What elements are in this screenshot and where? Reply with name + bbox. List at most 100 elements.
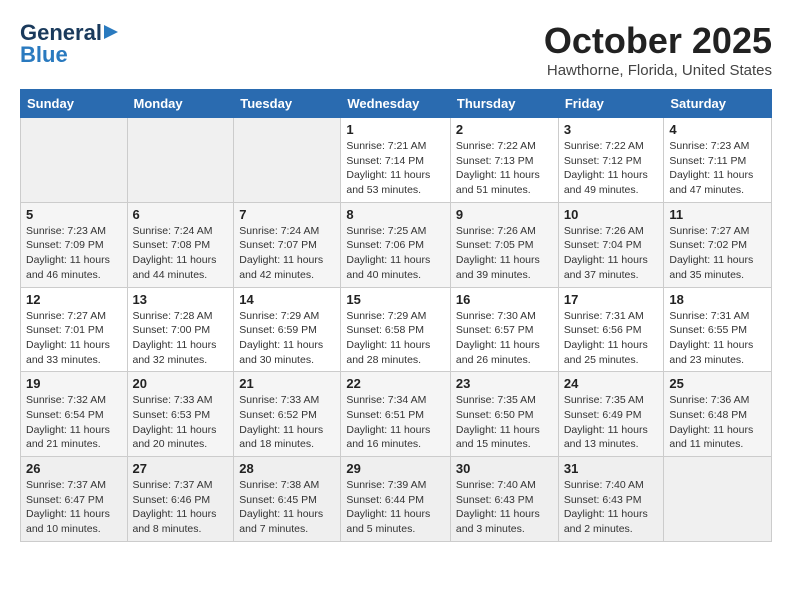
calendar-cell [21, 118, 128, 203]
page-header: General Blue October 2025 Hawthorne, Flo… [20, 20, 772, 79]
day-number: 25 [669, 376, 766, 391]
calendar-cell: 5 Sunrise: 7:23 AM Sunset: 7:09 PM Daylig… [21, 202, 128, 287]
day-number: 23 [456, 376, 553, 391]
calendar-cell: 10Sunrise: 7:26 AM Sunset: 7:04 PM Dayli… [558, 202, 664, 287]
calendar-cell: 9 Sunrise: 7:26 AM Sunset: 7:05 PM Daylig… [450, 202, 558, 287]
day-number: 6 [133, 207, 229, 222]
calendar-cell: 20Sunrise: 7:33 AM Sunset: 6:53 PM Dayli… [127, 372, 234, 457]
header-sunday: Sunday [21, 90, 128, 118]
header-monday: Monday [127, 90, 234, 118]
calendar-cell: 4 Sunrise: 7:23 AM Sunset: 7:11 PM Daylig… [664, 118, 772, 203]
day-number: 1 [346, 122, 445, 137]
day-number: 4 [669, 122, 766, 137]
calendar-cell: 26 Sunrise: 7:37 AM Sunset: 6:47 PM Dayli… [21, 457, 128, 542]
day-number: 15 [346, 292, 445, 307]
day-number: 12 [26, 292, 122, 307]
week-row-2: 5 Sunrise: 7:23 AM Sunset: 7:09 PM Daylig… [21, 202, 772, 287]
day-info: Sunrise: 7:37 AM Sunset: 6:47 PM Dayligh… [26, 478, 122, 537]
day-info: Sunrise: 7:29 AM Sunset: 6:58 PM Dayligh… [346, 309, 445, 368]
day-info: Sunrise: 7:35 AM Sunset: 6:50 PM Dayligh… [456, 393, 553, 452]
day-info: Sunrise: 7:35 AM Sunset: 6:49 PM Dayligh… [564, 393, 659, 452]
location-subtitle: Hawthorne, Florida, United States [544, 62, 772, 79]
day-number: 17 [564, 292, 659, 307]
day-info: Sunrise: 7:27 AM Sunset: 7:01 PM Dayligh… [26, 309, 122, 368]
day-info: Sunrise: 7:40 AM Sunset: 6:43 PM Dayligh… [456, 478, 553, 537]
day-info: Sunrise: 7:26 AM Sunset: 7:04 PM Dayligh… [564, 224, 659, 283]
header-tuesday: Tuesday [234, 90, 341, 118]
calendar-cell [664, 457, 772, 542]
calendar-cell: 16Sunrise: 7:30 AM Sunset: 6:57 PM Dayli… [450, 287, 558, 372]
month-title: October 2025 [544, 20, 772, 62]
day-number: 29 [346, 461, 445, 476]
day-number: 8 [346, 207, 445, 222]
calendar-cell: 23 Sunrise: 7:35 AM Sunset: 6:50 PM Dayli… [450, 372, 558, 457]
calendar-cell: 3 Sunrise: 7:22 AM Sunset: 7:12 PM Daylig… [558, 118, 664, 203]
day-info: Sunrise: 7:26 AM Sunset: 7:05 PM Dayligh… [456, 224, 553, 283]
day-number: 30 [456, 461, 553, 476]
calendar-cell: 17Sunrise: 7:31 AM Sunset: 6:56 PM Dayli… [558, 287, 664, 372]
day-number: 21 [239, 376, 335, 391]
day-number: 9 [456, 207, 553, 222]
calendar-cell: 13 Sunrise: 7:28 AM Sunset: 7:00 PM Dayli… [127, 287, 234, 372]
day-number: 13 [133, 292, 229, 307]
day-number: 20 [133, 376, 229, 391]
title-area: October 2025 Hawthorne, Florida, United … [544, 20, 772, 79]
day-number: 26 [26, 461, 122, 476]
calendar-cell: 21 Sunrise: 7:33 AM Sunset: 6:52 PM Dayli… [234, 372, 341, 457]
header-thursday: Thursday [450, 90, 558, 118]
day-number: 7 [239, 207, 335, 222]
calendar-cell: 24Sunrise: 7:35 AM Sunset: 6:49 PM Dayli… [558, 372, 664, 457]
day-number: 2 [456, 122, 553, 137]
logo-blue-text: Blue [20, 42, 68, 68]
logo: General Blue [20, 20, 122, 68]
calendar-cell: 2 Sunrise: 7:22 AM Sunset: 7:13 PM Daylig… [450, 118, 558, 203]
calendar-cell: 1Sunrise: 7:21 AM Sunset: 7:14 PM Daylig… [341, 118, 451, 203]
calendar-cell: 18 Sunrise: 7:31 AM Sunset: 6:55 PM Dayli… [664, 287, 772, 372]
day-number: 18 [669, 292, 766, 307]
day-info: Sunrise: 7:22 AM Sunset: 7:13 PM Dayligh… [456, 139, 553, 198]
day-info: Sunrise: 7:23 AM Sunset: 7:09 PM Dayligh… [26, 224, 122, 283]
day-info: Sunrise: 7:38 AM Sunset: 6:45 PM Dayligh… [239, 478, 335, 537]
day-info: Sunrise: 7:27 AM Sunset: 7:02 PM Dayligh… [669, 224, 766, 283]
week-row-3: 12 Sunrise: 7:27 AM Sunset: 7:01 PM Dayli… [21, 287, 772, 372]
calendar-cell: 25 Sunrise: 7:36 AM Sunset: 6:48 PM Dayli… [664, 372, 772, 457]
day-info: Sunrise: 7:39 AM Sunset: 6:44 PM Dayligh… [346, 478, 445, 537]
day-number: 22 [346, 376, 445, 391]
calendar-cell: 7 Sunrise: 7:24 AM Sunset: 7:07 PM Daylig… [234, 202, 341, 287]
day-info: Sunrise: 7:36 AM Sunset: 6:48 PM Dayligh… [669, 393, 766, 452]
calendar-cell [234, 118, 341, 203]
day-info: Sunrise: 7:32 AM Sunset: 6:54 PM Dayligh… [26, 393, 122, 452]
calendar-table: SundayMondayTuesdayWednesdayThursdayFrid… [20, 89, 772, 542]
day-info: Sunrise: 7:34 AM Sunset: 6:51 PM Dayligh… [346, 393, 445, 452]
day-info: Sunrise: 7:28 AM Sunset: 7:00 PM Dayligh… [133, 309, 229, 368]
day-info: Sunrise: 7:33 AM Sunset: 6:52 PM Dayligh… [239, 393, 335, 452]
day-info: Sunrise: 7:40 AM Sunset: 6:43 PM Dayligh… [564, 478, 659, 537]
day-info: Sunrise: 7:22 AM Sunset: 7:12 PM Dayligh… [564, 139, 659, 198]
calendar-cell: 19 Sunrise: 7:32 AM Sunset: 6:54 PM Dayli… [21, 372, 128, 457]
day-number: 19 [26, 376, 122, 391]
week-row-5: 26 Sunrise: 7:37 AM Sunset: 6:47 PM Dayli… [21, 457, 772, 542]
calendar-cell: 12 Sunrise: 7:27 AM Sunset: 7:01 PM Dayli… [21, 287, 128, 372]
calendar-cell: 8 Sunrise: 7:25 AM Sunset: 7:06 PM Daylig… [341, 202, 451, 287]
logo-arrow-icon [104, 23, 122, 41]
calendar-cell: 22 Sunrise: 7:34 AM Sunset: 6:51 PM Dayli… [341, 372, 451, 457]
header-saturday: Saturday [664, 90, 772, 118]
day-info: Sunrise: 7:31 AM Sunset: 6:55 PM Dayligh… [669, 309, 766, 368]
calendar-cell: 15 Sunrise: 7:29 AM Sunset: 6:58 PM Dayli… [341, 287, 451, 372]
calendar-cell: 30 Sunrise: 7:40 AM Sunset: 6:43 PM Dayli… [450, 457, 558, 542]
calendar-cell: 31 Sunrise: 7:40 AM Sunset: 6:43 PM Dayli… [558, 457, 664, 542]
header-wednesday: Wednesday [341, 90, 451, 118]
day-info: Sunrise: 7:24 AM Sunset: 7:07 PM Dayligh… [239, 224, 335, 283]
day-number: 5 [26, 207, 122, 222]
day-info: Sunrise: 7:25 AM Sunset: 7:06 PM Dayligh… [346, 224, 445, 283]
calendar-cell: 27Sunrise: 7:37 AM Sunset: 6:46 PM Dayli… [127, 457, 234, 542]
day-number: 3 [564, 122, 659, 137]
day-info: Sunrise: 7:24 AM Sunset: 7:08 PM Dayligh… [133, 224, 229, 283]
calendar-cell: 29 Sunrise: 7:39 AM Sunset: 6:44 PM Dayli… [341, 457, 451, 542]
day-number: 28 [239, 461, 335, 476]
day-info: Sunrise: 7:23 AM Sunset: 7:11 PM Dayligh… [669, 139, 766, 198]
day-number: 27 [133, 461, 229, 476]
day-info: Sunrise: 7:30 AM Sunset: 6:57 PM Dayligh… [456, 309, 553, 368]
day-number: 31 [564, 461, 659, 476]
day-number: 14 [239, 292, 335, 307]
